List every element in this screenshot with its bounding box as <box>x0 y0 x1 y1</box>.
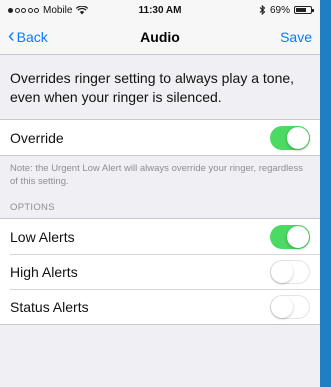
status-left: Mobile <box>8 4 89 16</box>
page-title: Audio <box>140 29 180 45</box>
carrier-name: Mobile <box>43 4 73 16</box>
override-note: Note: the Urgent Low Alert will always o… <box>10 163 304 187</box>
navigation-bar: ‹ Back Audio Save <box>0 20 320 55</box>
status-alerts-row: Status Alerts <box>0 289 320 324</box>
status-alerts-label: Status Alerts <box>10 298 89 315</box>
chevron-left-icon: ‹ <box>8 25 15 47</box>
override-row: Override <box>0 120 320 155</box>
status-right: 69% <box>259 4 314 16</box>
high-alerts-label: High Alerts <box>10 263 78 280</box>
high-alerts-row: High Alerts <box>0 254 320 289</box>
override-label: Override <box>10 129 64 146</box>
back-label: Back <box>16 29 48 45</box>
options-section-header: OPTIONS <box>10 202 55 213</box>
battery-icon <box>294 6 314 14</box>
phone-screen: Mobile 11:30 AM 69% ‹ Back Audio Save Ov… <box>0 0 320 387</box>
wifi-icon <box>76 5 89 14</box>
back-button[interactable]: ‹ Back <box>8 25 48 47</box>
save-button[interactable]: Save <box>280 29 312 45</box>
toggle-knob <box>287 126 309 149</box>
toggle-knob <box>287 225 309 248</box>
bluetooth-icon <box>259 5 266 15</box>
low-alerts-toggle[interactable] <box>270 224 310 249</box>
status-bar: Mobile 11:30 AM 69% <box>0 0 320 20</box>
battery-fill <box>296 8 306 12</box>
override-group: Override <box>0 119 320 156</box>
high-alerts-toggle[interactable] <box>270 259 310 284</box>
low-alerts-label: Low Alerts <box>10 228 75 245</box>
options-group: Low Alerts High Alerts Status Alerts <box>0 218 320 325</box>
override-toggle[interactable] <box>270 125 310 150</box>
battery-percent: 69% <box>269 4 290 16</box>
description-text: Overrides ringer setting to always play … <box>0 55 320 119</box>
toggle-knob <box>271 260 293 283</box>
status-alerts-toggle[interactable] <box>270 294 310 319</box>
signal-strength-icon <box>8 7 39 13</box>
toggle-knob <box>271 295 293 318</box>
low-alerts-row: Low Alerts <box>0 219 320 254</box>
